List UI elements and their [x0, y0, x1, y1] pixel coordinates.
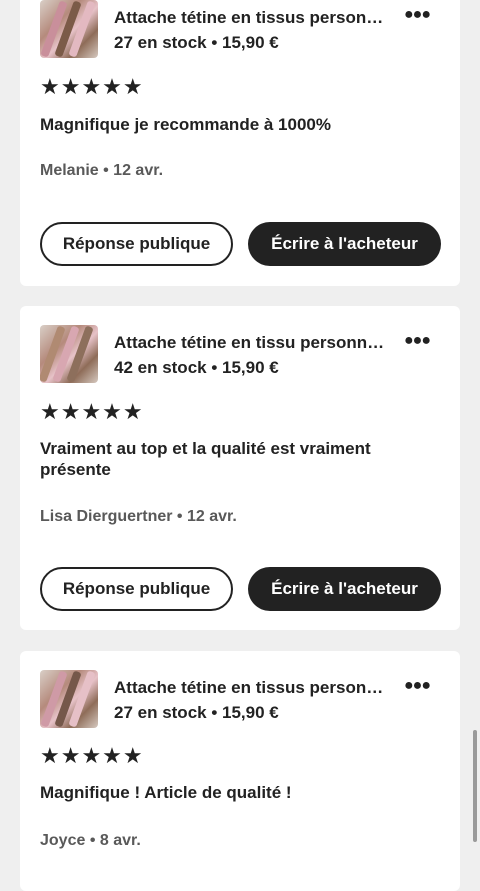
product-stock-price: 27 en stock • 15,90 €: [114, 703, 279, 722]
product-title[interactable]: Attache tétine en tissu personnalisée: [114, 333, 386, 353]
review-card: Attache tétine en tissu personnalisée 42…: [20, 306, 460, 630]
star-rating: ★★★★★: [40, 399, 144, 424]
product-thumbnail[interactable]: [40, 0, 98, 58]
more-horizontal-icon[interactable]: ●●●: [404, 6, 431, 24]
star-rating: ★★★★★: [40, 74, 144, 99]
more-horizontal-icon[interactable]: ●●●: [404, 677, 431, 695]
review-card: Attache tétine en tissus personnalisée 2…: [20, 651, 460, 891]
scrollbar[interactable]: [473, 730, 477, 842]
product-stock-price: 27 en stock • 15,90 €: [114, 33, 279, 52]
more-horizontal-icon[interactable]: ●●●: [404, 332, 431, 350]
product-stock-price: 42 en stock • 15,90 €: [114, 358, 279, 377]
review-text: Magnifique je recommande à 1000%: [40, 115, 331, 134]
review-author-date: Melanie • 12 avr.: [40, 162, 164, 179]
write-buyer-button[interactable]: Écrire à l'acheteur: [248, 222, 441, 266]
review-author-date: Joyce • 8 avr.: [40, 832, 141, 849]
review-text: Magnifique ! Article de qualité !: [40, 783, 292, 802]
star-rating: ★★★★★: [40, 743, 144, 768]
product-thumbnail[interactable]: [40, 325, 98, 383]
review-author-date: Lisa Dierguertner • 12 avr.: [40, 508, 237, 525]
review-text: Vraiment au top et la qualité est vraime…: [40, 439, 371, 479]
public-reply-button[interactable]: Réponse publique: [40, 222, 233, 266]
write-buyer-button[interactable]: Écrire à l'acheteur: [248, 567, 441, 611]
review-card: Attache tétine en tissus personnalisée 2…: [20, 0, 460, 286]
public-reply-button[interactable]: Réponse publique: [40, 567, 233, 611]
product-title[interactable]: Attache tétine en tissus personnalisée: [114, 678, 386, 698]
product-thumbnail[interactable]: [40, 670, 98, 728]
product-title[interactable]: Attache tétine en tissus personnalisée: [114, 8, 386, 28]
